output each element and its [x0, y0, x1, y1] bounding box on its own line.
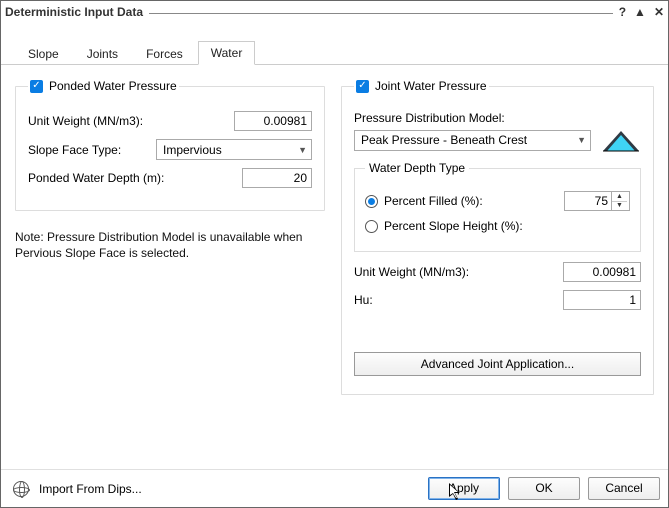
footer: Import From Dips... Apply OK Cancel [1, 469, 668, 507]
percent-filled-label: Percent Filled (%): [384, 194, 483, 208]
ponded-depth-label: Ponded Water Depth (m): [28, 171, 232, 185]
titlebar: Deterministic Input Data ? ▲ ✕ [1, 1, 668, 23]
percent-slope-height-label: Percent Slope Height (%): [384, 219, 523, 233]
ponded-depth-input[interactable] [242, 168, 312, 188]
ponded-title: Ponded Water Pressure [49, 79, 177, 93]
cancel-button[interactable]: Cancel [588, 477, 660, 500]
chevron-down-icon: ▼ [577, 135, 586, 145]
ponded-unit-weight-input[interactable] [234, 111, 312, 131]
tab-forces[interactable]: Forces [133, 42, 196, 65]
chevron-down-icon: ▼ [298, 145, 307, 155]
title-separator [149, 13, 613, 14]
globe-icon [13, 481, 29, 497]
percent-filled-input[interactable] [565, 192, 611, 210]
joint-water-group: ✓ Joint Water Pressure Pressure Distribu… [341, 79, 654, 395]
pdm-label: Pressure Distribution Model: [354, 111, 641, 125]
slope-face-value: Impervious [163, 143, 222, 157]
water-depth-type-group: Water Depth Type Percent Filled (%): ▲ ▼ [354, 161, 641, 252]
spinner-up-icon[interactable]: ▲ [612, 192, 627, 202]
wedge-icon [601, 127, 641, 153]
tab-slope[interactable]: Slope [15, 42, 72, 65]
tab-strip: Slope Joints Forces Water [1, 23, 668, 65]
joint-title: Joint Water Pressure [375, 79, 487, 93]
import-from-dips-button[interactable]: Import From Dips... [9, 477, 152, 501]
percent-filled-radio[interactable] [365, 195, 378, 208]
tab-water[interactable]: Water [198, 41, 256, 65]
ponded-water-group: ✓ Ponded Water Pressure Unit Weight (MN/… [15, 79, 325, 211]
joint-checkbox[interactable]: ✓ [356, 80, 369, 93]
pdm-value: Peak Pressure - Beneath Crest [361, 133, 527, 147]
help-icon[interactable]: ? [619, 5, 626, 19]
advanced-joint-button[interactable]: Advanced Joint Application... [354, 352, 641, 376]
collapse-icon[interactable]: ▲ [634, 5, 646, 19]
window-title: Deterministic Input Data [5, 5, 149, 19]
close-icon[interactable]: ✕ [654, 5, 664, 19]
joint-unit-weight-label: Unit Weight (MN/m3): [354, 265, 553, 279]
import-label: Import From Dips... [39, 482, 142, 496]
ponded-checkbox[interactable]: ✓ [30, 80, 43, 93]
hu-label: Hu: [354, 293, 553, 307]
ponded-unit-weight-label: Unit Weight (MN/m3): [28, 114, 224, 128]
hu-input[interactable] [563, 290, 641, 310]
slope-face-select[interactable]: Impervious ▼ [156, 139, 312, 160]
percent-slope-height-radio[interactable] [365, 220, 378, 233]
slope-face-label: Slope Face Type: [28, 143, 146, 157]
apply-button[interactable]: Apply [428, 477, 500, 500]
ok-button[interactable]: OK [508, 477, 580, 500]
wdt-title: Water Depth Type [365, 161, 469, 175]
pdm-select[interactable]: Peak Pressure - Beneath Crest ▼ [354, 130, 591, 151]
joint-unit-weight-input[interactable] [563, 262, 641, 282]
spinner-down-icon[interactable]: ▼ [612, 202, 627, 211]
tab-joints[interactable]: Joints [74, 42, 131, 65]
note-text: Note: Pressure Distribution Model is una… [15, 229, 315, 261]
percent-filled-spinner[interactable]: ▲ ▼ [564, 191, 630, 211]
